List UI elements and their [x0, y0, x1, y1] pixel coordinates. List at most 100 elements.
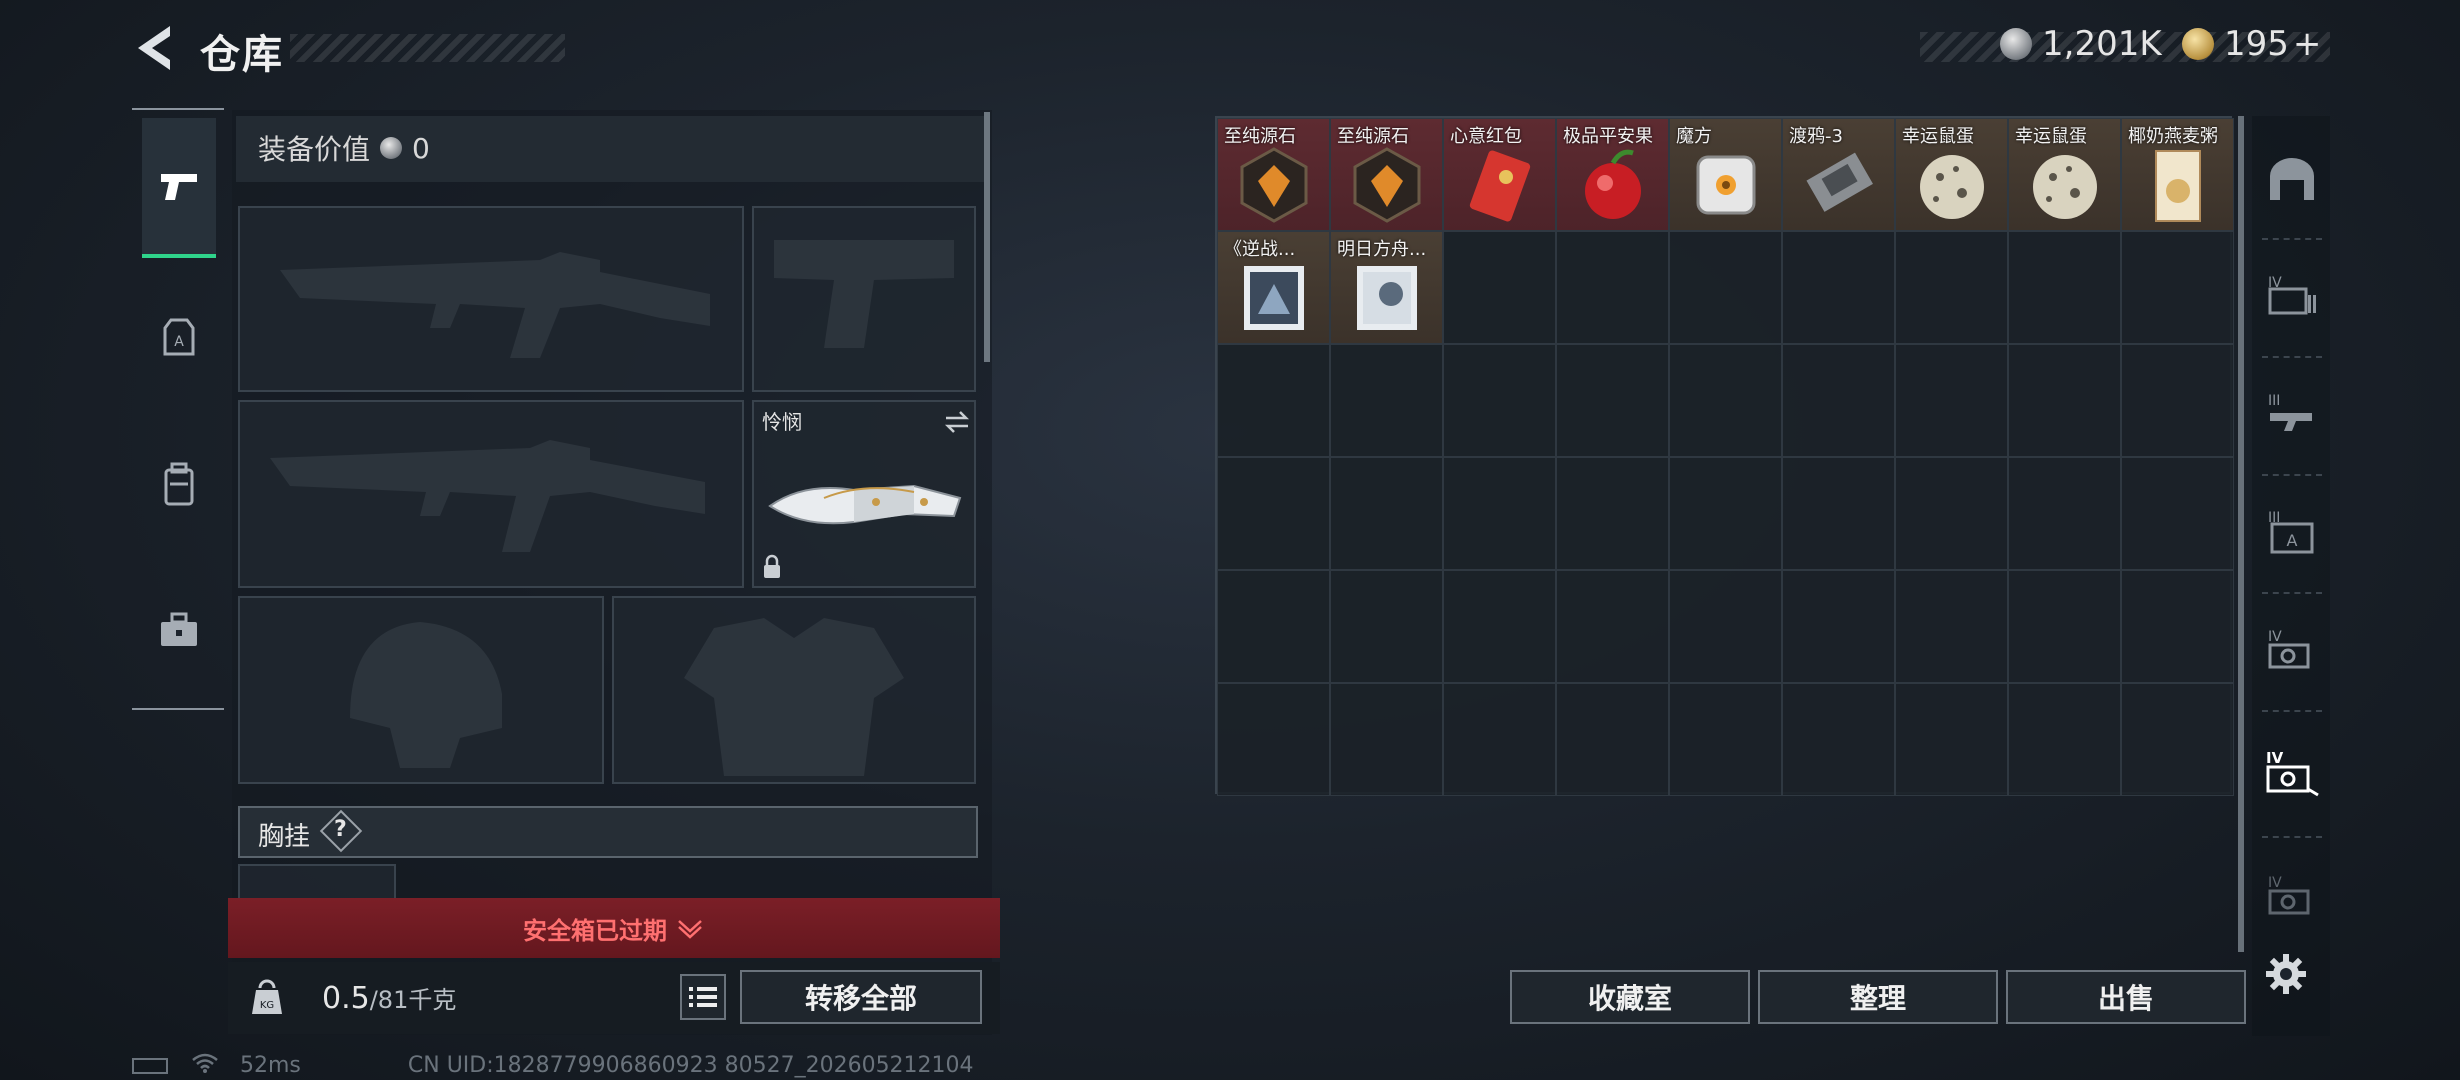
silver-currency[interactable]: 1,201K	[2000, 24, 2162, 64]
inventory-cell[interactable]	[1895, 570, 2008, 683]
inventory-cell[interactable]	[1782, 457, 1895, 570]
inventory-cell[interactable]	[1330, 683, 1443, 796]
inventory-cell[interactable]	[1782, 344, 1895, 457]
inventory-cell[interactable]	[2008, 231, 2121, 344]
inventory-item[interactable]: 椰奶燕麦粥	[2121, 118, 2234, 231]
ping-text: 52ms	[240, 1053, 301, 1078]
inventory-cell[interactable]	[1443, 344, 1556, 457]
helmet-slot[interactable]	[238, 596, 604, 784]
inventory-cell[interactable]	[2008, 344, 2121, 457]
gold-currency[interactable]: 195 +	[2182, 24, 2321, 64]
inventory-cell[interactable]	[2121, 231, 2234, 344]
transfer-all-button[interactable]: 转移全部	[740, 970, 982, 1024]
inventory-cell[interactable]	[1895, 231, 2008, 344]
rail-tab-backpack[interactable]	[142, 444, 216, 524]
storage-tab-iv-active[interactable]: IV	[2256, 728, 2328, 818]
inventory-cell[interactable]	[1443, 457, 1556, 570]
sell-button[interactable]: 出售	[2006, 970, 2246, 1024]
inventory-item[interactable]: 极品平安果	[1556, 118, 1669, 231]
inventory-cell[interactable]	[2121, 570, 2234, 683]
inventory-cell[interactable]	[1556, 344, 1669, 457]
storage-tab-iv[interactable]: IV	[2256, 250, 2328, 340]
inventory-cell[interactable]	[1217, 683, 1330, 796]
collection-room-button[interactable]: 收藏室	[1510, 970, 1750, 1024]
inventory-item[interactable]: 至纯源石	[1330, 118, 1443, 231]
inventory-cell[interactable]	[1556, 457, 1669, 570]
storage-home-tab[interactable]	[2256, 134, 2328, 224]
storage-iv-c-tab-icon: IV	[2268, 875, 2310, 915]
inventory-cell[interactable]	[2008, 570, 2121, 683]
inventory-item[interactable]: 幸运鼠蛋	[1895, 118, 2008, 231]
melee-slot[interactable]: 怜悯	[752, 400, 976, 588]
inventory-cell[interactable]	[1895, 683, 2008, 796]
chest-rig-section[interactable]: 胸挂 ?	[238, 806, 978, 858]
tab-divider	[2262, 238, 2322, 240]
inventory-cell[interactable]	[1895, 344, 2008, 457]
safe-box-expired-banner[interactable]: 安全箱已过期	[228, 898, 1000, 958]
storage-tab-iii[interactable]: III	[2256, 368, 2328, 458]
inventory-scrollbar[interactable]	[2238, 116, 2244, 952]
knife-icon	[768, 484, 962, 525]
inventory-cell[interactable]	[2121, 344, 2234, 457]
item-name: 至纯源石	[1337, 126, 1409, 147]
cube-icon	[1696, 155, 1756, 215]
inventory-item[interactable]: 《逆战...	[1217, 231, 1330, 344]
inventory-cell[interactable]	[1669, 344, 1782, 457]
inventory-item[interactable]: 魔方	[1669, 118, 1782, 231]
secondary-weapon-slot[interactable]	[238, 400, 744, 588]
inventory-cell[interactable]	[1669, 683, 1782, 796]
inventory-cell[interactable]	[1217, 570, 1330, 683]
inventory-cell[interactable]	[1782, 683, 1895, 796]
inventory-cell[interactable]	[1782, 570, 1895, 683]
item-name: 《逆战...	[1224, 239, 1296, 260]
inventory-cell[interactable]	[1217, 344, 1330, 457]
inventory-cell[interactable]	[1330, 570, 1443, 683]
inventory-cell[interactable]	[1782, 231, 1895, 344]
inventory-cell[interactable]	[1895, 457, 2008, 570]
inventory-cell[interactable]	[1556, 683, 1669, 796]
rail-tab-armor[interactable]: A	[142, 298, 216, 378]
inventory-item[interactable]: 至纯源石	[1217, 118, 1330, 231]
inventory-cell[interactable]	[1443, 683, 1556, 796]
inventory-cell[interactable]	[1443, 231, 1556, 344]
inventory-cell[interactable]	[2121, 457, 2234, 570]
settings-button[interactable]	[2264, 952, 2308, 1000]
back-button[interactable]	[130, 22, 176, 74]
inventory-cell[interactable]	[1669, 570, 1782, 683]
primary-weapon-slot[interactable]	[238, 206, 744, 392]
chest-rig-slot[interactable]	[238, 864, 396, 900]
storage-tab-iii-armor[interactable]: III A	[2256, 486, 2328, 576]
storage-tab-iv-b[interactable]: IV	[2256, 604, 2328, 694]
inventory-cell[interactable]	[1669, 231, 1782, 344]
gold-plus[interactable]: +	[2293, 24, 2322, 64]
inventory-cell[interactable]	[1443, 570, 1556, 683]
rail-tab-toolbox[interactable]	[142, 590, 216, 670]
inventory-item[interactable]: 明日方舟...	[1330, 231, 1443, 344]
body-armor-slot[interactable]	[612, 596, 976, 784]
lock-icon	[764, 554, 780, 578]
inventory-item[interactable]: 幸运鼠蛋	[2008, 118, 2121, 231]
pistol-slot[interactable]	[752, 206, 976, 392]
inventory-cell[interactable]	[2121, 683, 2234, 796]
inventory-cell[interactable]	[1556, 570, 1669, 683]
inventory-cell[interactable]	[1556, 231, 1669, 344]
swap-icon[interactable]	[944, 410, 970, 434]
inventory-item[interactable]: 渡鸦-3	[1782, 118, 1895, 231]
weight-readout: 0.5/81千克	[322, 980, 456, 1016]
rail-tab-weapons[interactable]	[142, 118, 216, 258]
item-name: 椰奶燕麦粥	[2128, 126, 2218, 147]
inventory-cell[interactable]	[1330, 344, 1443, 457]
chest-rig-help[interactable]: ?	[334, 817, 347, 842]
inventory-cell[interactable]	[2008, 457, 2121, 570]
sort-button[interactable]: 整理	[1758, 970, 1998, 1024]
list-view-button[interactable]	[680, 974, 726, 1020]
inventory-item[interactable]: 心意红包	[1443, 118, 1556, 231]
pistol-icon	[161, 174, 197, 200]
inventory-cell[interactable]	[1217, 457, 1330, 570]
inventory-cell[interactable]	[1330, 457, 1443, 570]
storage-tab-iv-c[interactable]: IV	[2256, 850, 2328, 940]
inventory-cell[interactable]	[1669, 457, 1782, 570]
inventory-cell[interactable]	[2008, 683, 2121, 796]
loadout-scrollbar[interactable]	[984, 112, 990, 362]
tab-divider	[2262, 710, 2322, 712]
